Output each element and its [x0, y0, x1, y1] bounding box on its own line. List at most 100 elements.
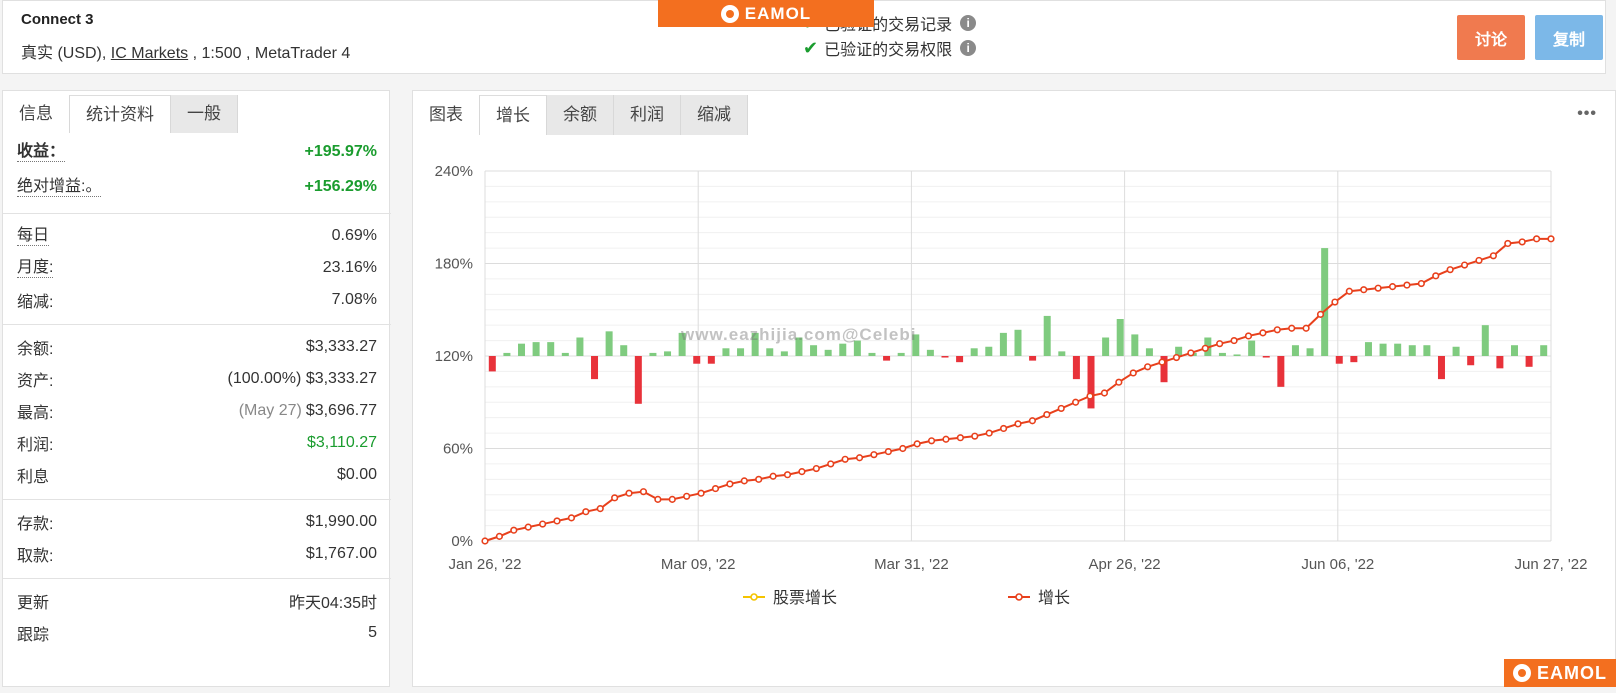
growth-point — [942, 435, 950, 443]
daily-bar — [1321, 248, 1329, 356]
daily-bar — [1540, 345, 1548, 356]
stats-tabs: 信息 统计资料 一般 — [3, 95, 238, 133]
growth-point — [1115, 378, 1123, 386]
info-icon[interactable]: i — [960, 15, 977, 31]
growth-chart: 0% 60% 120% 180% 240% Jan 26, '22 Mar 09, '22 M… — [413, 141, 1616, 688]
growth-point — [1129, 369, 1137, 377]
growth-point — [755, 475, 763, 483]
growth-point — [1244, 332, 1253, 340]
daily-bar — [518, 343, 526, 356]
growth-point — [683, 492, 691, 500]
daily-bar — [1335, 356, 1343, 364]
stat-label[interactable]: 绝对增益:。 — [17, 178, 102, 197]
daily-bar — [1087, 356, 1095, 409]
stat-label: 更新 — [17, 595, 50, 612]
logo-text: EAMOL — [1537, 662, 1607, 683]
daily-bar — [883, 356, 891, 361]
growth-point — [1345, 287, 1353, 295]
growth-point — [1086, 392, 1094, 400]
stat-value: $1,990.00 — [305, 513, 377, 530]
stat-label: 利息 — [17, 469, 50, 486]
growth-point — [1446, 266, 1454, 274]
tab-statistics[interactable]: 统计资料 — [70, 95, 171, 133]
x-tick-label: Mar 31, '22 — [874, 556, 949, 573]
growth-point — [654, 495, 662, 503]
more-options-icon[interactable]: ••• — [1577, 105, 1597, 123]
copy-button[interactable]: 复制 — [1535, 15, 1603, 60]
info-icon[interactable]: i — [960, 40, 977, 56]
stat-value: 昨天04:35时 — [288, 595, 377, 612]
growth-point — [1460, 261, 1469, 269]
growth-point — [812, 464, 820, 473]
tab-profit[interactable]: 利润 — [614, 95, 681, 135]
daily-bar — [1525, 356, 1533, 367]
tab-general[interactable]: 一般 — [171, 95, 238, 133]
x-tick-label: Jun 27, '22 — [1515, 556, 1588, 573]
y-tick-label: 60% — [443, 441, 473, 458]
growth-point — [870, 451, 878, 459]
growth-point — [1302, 324, 1310, 332]
tab-growth[interactable]: 增长 — [480, 95, 547, 135]
growth-point — [1172, 353, 1181, 362]
stat-tracking: 跟踪 5 — [3, 617, 391, 649]
discuss-button[interactable]: 讨论 — [1457, 15, 1525, 60]
daily-bar — [1072, 356, 1080, 380]
stat-interest: 利息 $0.00 — [3, 459, 391, 491]
daily-bar — [664, 351, 672, 356]
daily-bar — [1467, 356, 1475, 366]
growth-point — [1072, 398, 1080, 406]
growth-point — [913, 440, 921, 448]
daily-bar — [561, 352, 569, 356]
stat-value: 5 — [368, 624, 377, 641]
tab-drawdown[interactable]: 缩减 — [681, 95, 748, 135]
daily-bar — [839, 343, 847, 356]
stat-absolute-gain: 绝对增益:。 +156.29% — [3, 169, 391, 205]
stat-value: $0.00 — [336, 466, 377, 483]
daily-bar — [1291, 345, 1299, 356]
tab-chart[interactable]: 图表 — [413, 95, 480, 135]
daily-bar — [1102, 337, 1110, 356]
stat-value: $3,333.27 — [305, 370, 377, 387]
growth-point — [827, 460, 835, 468]
stat-label[interactable]: 每日 — [17, 227, 50, 246]
growth-point — [524, 523, 532, 531]
daily-bar — [1014, 329, 1022, 356]
eamol-logo-corner: EAMOL — [1504, 659, 1616, 687]
daily-bar — [1116, 319, 1124, 356]
stat-label: 存款: — [17, 516, 54, 533]
growth-point — [971, 432, 979, 440]
growth-point — [899, 444, 907, 453]
stat-value: 23.16% — [322, 259, 377, 276]
daily-bar — [1058, 351, 1066, 356]
growth-point — [1518, 238, 1526, 246]
growth-point — [783, 471, 792, 479]
stat-balance: 余额: $3,333.27 — [3, 331, 391, 363]
account-name: Connect 3 — [21, 11, 94, 28]
growth-point — [1201, 344, 1209, 352]
growth-point — [1216, 340, 1224, 348]
growth-point — [855, 454, 864, 462]
daily-bar — [634, 356, 642, 404]
highest-date: (May 27) — [238, 402, 302, 419]
check-icon: ✔ — [803, 37, 819, 58]
growth-point — [1504, 239, 1512, 248]
stat-label[interactable]: 月度: — [17, 259, 54, 278]
stats-list: 收益： +195.97% 绝对增益:。 +156.29% 每日 0.69% 月度… — [3, 135, 391, 649]
daily-bar — [488, 356, 496, 372]
growth-point — [596, 505, 604, 513]
tab-info[interactable]: 信息 — [3, 95, 70, 133]
daily-bar — [605, 331, 613, 356]
tab-balance[interactable]: 余额 — [547, 95, 614, 135]
broker-link[interactable]: IC Markets — [111, 45, 188, 62]
daily-bar — [1350, 356, 1358, 363]
growth-point — [1043, 410, 1051, 419]
daily-bar — [999, 332, 1007, 356]
daily-bar — [737, 348, 745, 356]
chart-tabs: 图表 增长 余额 利润 缩减 — [413, 95, 748, 135]
equity-percent: (100.00%) — [227, 370, 302, 387]
growth-point — [841, 455, 849, 463]
stat-label[interactable]: 收益： — [17, 143, 66, 162]
account-details: 真实 (USD), IC Markets , 1:500 , MetaTrade… — [21, 39, 350, 63]
stat-value: $3,333.27 — [305, 338, 377, 355]
growth-point — [1403, 281, 1411, 289]
